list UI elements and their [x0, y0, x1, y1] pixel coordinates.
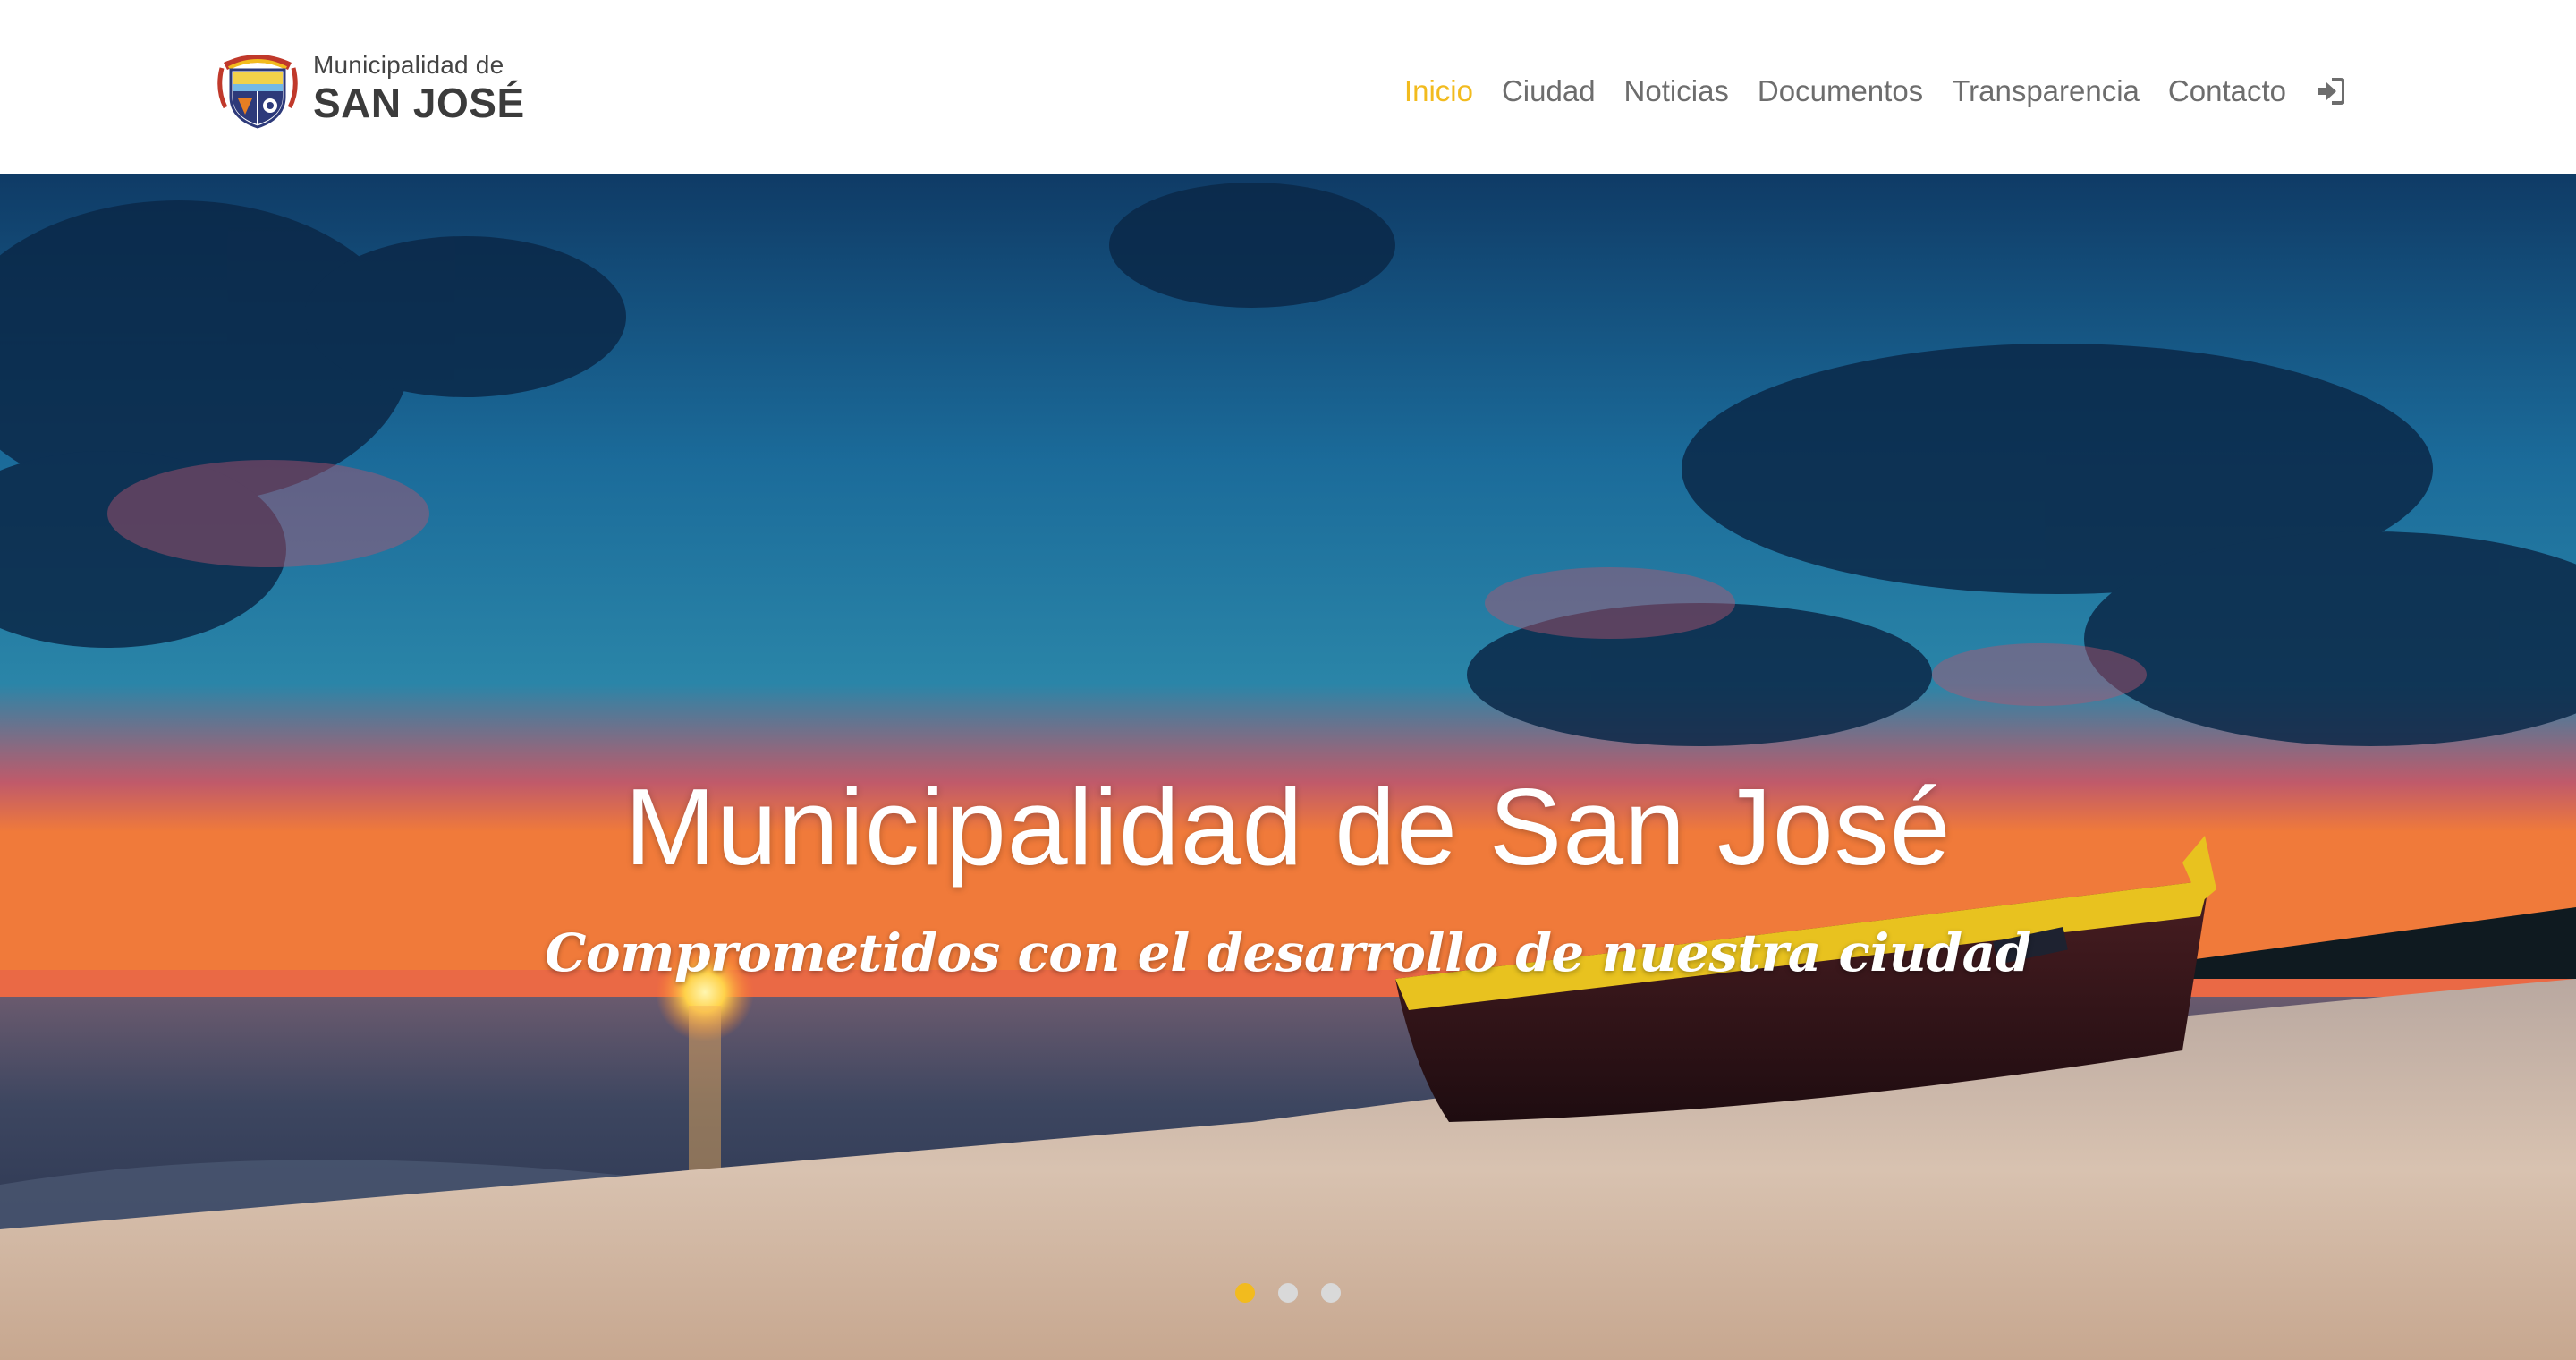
nav-item-documentos[interactable]: Documentos	[1758, 74, 1923, 108]
brand-subtitle: Municipalidad de	[313, 51, 504, 79]
nav-item-ciudad[interactable]: Ciudad	[1502, 74, 1596, 108]
slider-dot-1[interactable]	[1235, 1283, 1255, 1303]
slider-dot-2[interactable]	[1278, 1283, 1298, 1303]
hero-slider: Municipalidad de San José Comprometidos …	[0, 174, 2576, 1360]
brand-home-link[interactable]: Municipalidad de SAN JOSÉ	[216, 43, 525, 132]
site-header: Municipalidad de SAN JOSÉ Inicio Ciudad …	[0, 0, 2576, 174]
hero-title: Municipalidad de San José	[624, 766, 1952, 888]
nav-item-contacto[interactable]: Contacto	[2168, 74, 2286, 108]
brand-text: Municipalidad de SAN JOSÉ	[313, 50, 525, 125]
sign-in-icon[interactable]	[2315, 76, 2345, 106]
slider-dot-3[interactable]	[1321, 1283, 1341, 1303]
nav-item-transparencia[interactable]: Transparencia	[1952, 74, 2140, 108]
slider-pagination	[0, 1283, 2576, 1303]
hero-subtitle: Comprometidos con el desarrollo de nuest…	[545, 922, 2031, 983]
main-nav: Inicio Ciudad Noticias Documentos Transp…	[1404, 64, 2345, 118]
brand-title: SAN JOSÉ	[313, 80, 525, 126]
nav-item-inicio[interactable]: Inicio	[1404, 74, 1473, 108]
nav-item-noticias[interactable]: Noticias	[1624, 74, 1729, 108]
coat-of-arms-icon	[217, 55, 298, 129]
